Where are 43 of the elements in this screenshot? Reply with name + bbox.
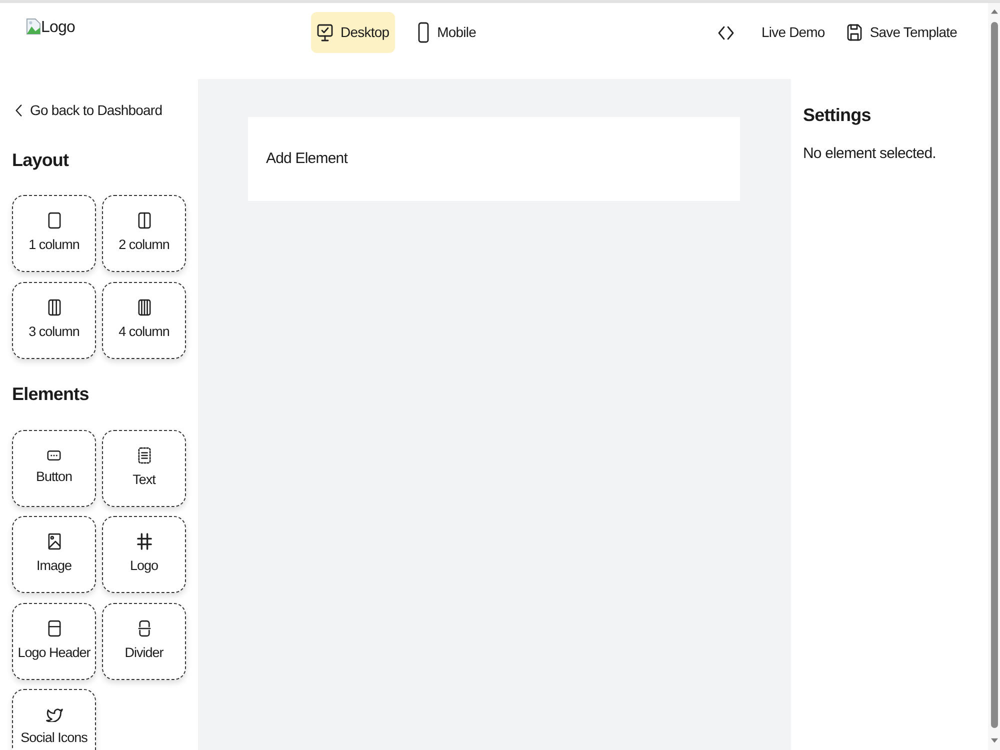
- scrollbar-track[interactable]: [988, 3, 1000, 750]
- block-tile-button[interactable]: Logo Header: [12, 602, 96, 680]
- block-tile-button[interactable]: 1 column: [12, 194, 96, 272]
- hash-icon: [136, 533, 152, 550]
- phone-icon: [418, 22, 430, 43]
- header-layout-icon: [48, 620, 60, 637]
- block-tile-button[interactable]: Image: [12, 516, 96, 594]
- block-tile-button[interactable]: Text: [102, 430, 186, 507]
- settings-heading: Settings: [803, 104, 872, 126]
- empty-settings-message: No element selected.: [803, 144, 937, 164]
- single-column-icon: [48, 212, 60, 229]
- scrollbar-thumb[interactable]: [990, 22, 998, 728]
- section-heading: Layout: [12, 148, 70, 171]
- monitor-check-icon: [316, 24, 333, 42]
- code-icon: [718, 26, 734, 40]
- scroll-down-arrow-icon[interactable]: [990, 738, 998, 743]
- block-tile-button[interactable]: Logo: [102, 516, 186, 594]
- three-column-icon: [48, 298, 60, 316]
- chevron-left-icon: [15, 104, 22, 117]
- block-tile-button[interactable]: Button: [12, 430, 96, 507]
- block-tile-button[interactable]: Social Icons: [12, 689, 96, 750]
- bird-icon: [46, 708, 62, 722]
- ellipsis-rectangle-icon: [47, 450, 61, 461]
- image-icon: [48, 533, 60, 550]
- four-column-icon: [138, 298, 150, 316]
- view-mode-tab[interactable]: Mobile: [412, 12, 482, 53]
- logo-alt-text: Logo: [41, 18, 75, 38]
- text-lines-icon: [138, 446, 150, 464]
- section-heading: Elements: [12, 382, 90, 405]
- broken-image-icon: [26, 18, 41, 35]
- divider-icon: [138, 620, 150, 637]
- two-column-icon: [138, 212, 150, 229]
- scroll-up-arrow-icon[interactable]: [990, 9, 998, 14]
- block-tile-button[interactable]: 4 column: [102, 282, 186, 359]
- view-mode-tab[interactable]: Desktop: [310, 12, 396, 53]
- block-tile-button[interactable]: 3 column: [12, 282, 96, 359]
- back-to-dashboard-link[interactable]: Go back to Dashboard: [15, 100, 162, 120]
- live-demo-link[interactable]: Live Demo: [762, 22, 825, 43]
- code-view-button[interactable]: [718, 26, 734, 40]
- save-template-button[interactable]: Save Template: [846, 22, 957, 43]
- add-element-block[interactable]: Add Element: [248, 117, 740, 202]
- block-tile-button[interactable]: 2 column: [102, 194, 186, 272]
- block-tile-button[interactable]: Divider: [102, 602, 186, 680]
